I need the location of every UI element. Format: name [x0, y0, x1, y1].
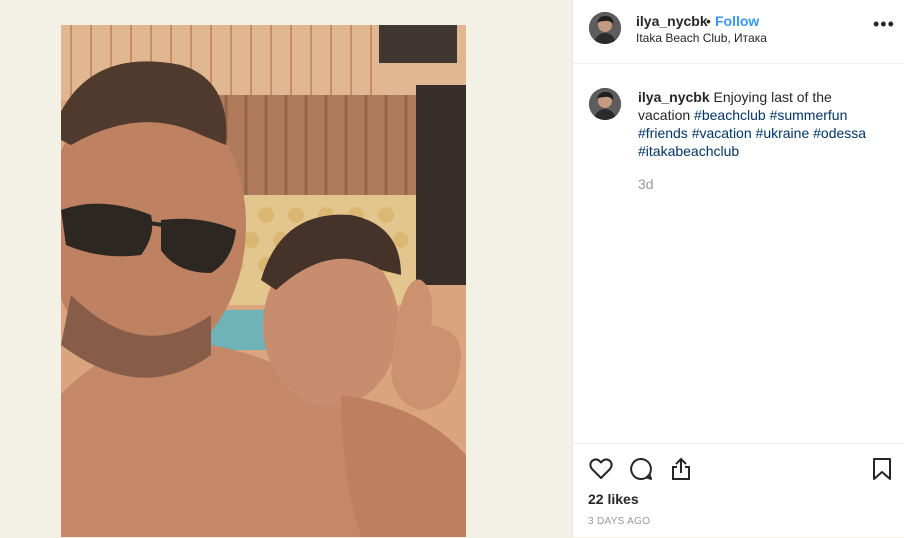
post-header: ilya_nycbk • Follow Itaka Beach Club, Ит… — [573, 0, 904, 64]
caption-avatar[interactable] — [589, 88, 621, 120]
post-media-pane — [0, 0, 572, 537]
caption-section: ilya_nycbk Enjoying last of the vacation… — [573, 64, 904, 442]
separator-dot: • — [706, 13, 711, 29]
post-date: 3 DAYS AGO — [588, 516, 651, 527]
hashtag-link[interactable]: #friends — [638, 125, 688, 141]
bookmark-icon[interactable] — [869, 456, 895, 482]
hashtag-link[interactable]: #vacation — [692, 125, 752, 141]
post-location[interactable]: Itaka Beach Club, Итака — [636, 31, 767, 45]
hashtag-link[interactable]: #beachclub — [694, 107, 766, 123]
hashtag-link[interactable]: #itakabeachclub — [638, 143, 739, 159]
hashtag-link[interactable]: #ukraine — [756, 125, 810, 141]
heart-icon[interactable] — [588, 456, 614, 482]
share-icon[interactable] — [668, 456, 694, 482]
post-details-pane: ilya_nycbk • Follow Itaka Beach Club, Ит… — [572, 0, 904, 537]
avatar[interactable] — [589, 12, 621, 44]
caption-time: 3d — [638, 176, 654, 192]
hashtag-link[interactable]: #odessa — [813, 125, 866, 141]
action-bar: 22 likes 3 DAYS AGO — [573, 443, 904, 538]
follow-button[interactable]: Follow — [715, 13, 759, 29]
author-username[interactable]: ilya_nycbk — [636, 13, 708, 29]
post-photo[interactable] — [61, 25, 466, 537]
caption-text: ilya_nycbk Enjoying last of the vacation… — [638, 88, 878, 160]
more-icon[interactable]: ••• — [873, 14, 895, 35]
hashtag-link[interactable]: #summerfun — [770, 107, 848, 123]
caption-username[interactable]: ilya_nycbk — [638, 89, 710, 105]
likes-count[interactable]: 22 likes — [588, 491, 639, 507]
comment-icon[interactable] — [628, 456, 654, 482]
